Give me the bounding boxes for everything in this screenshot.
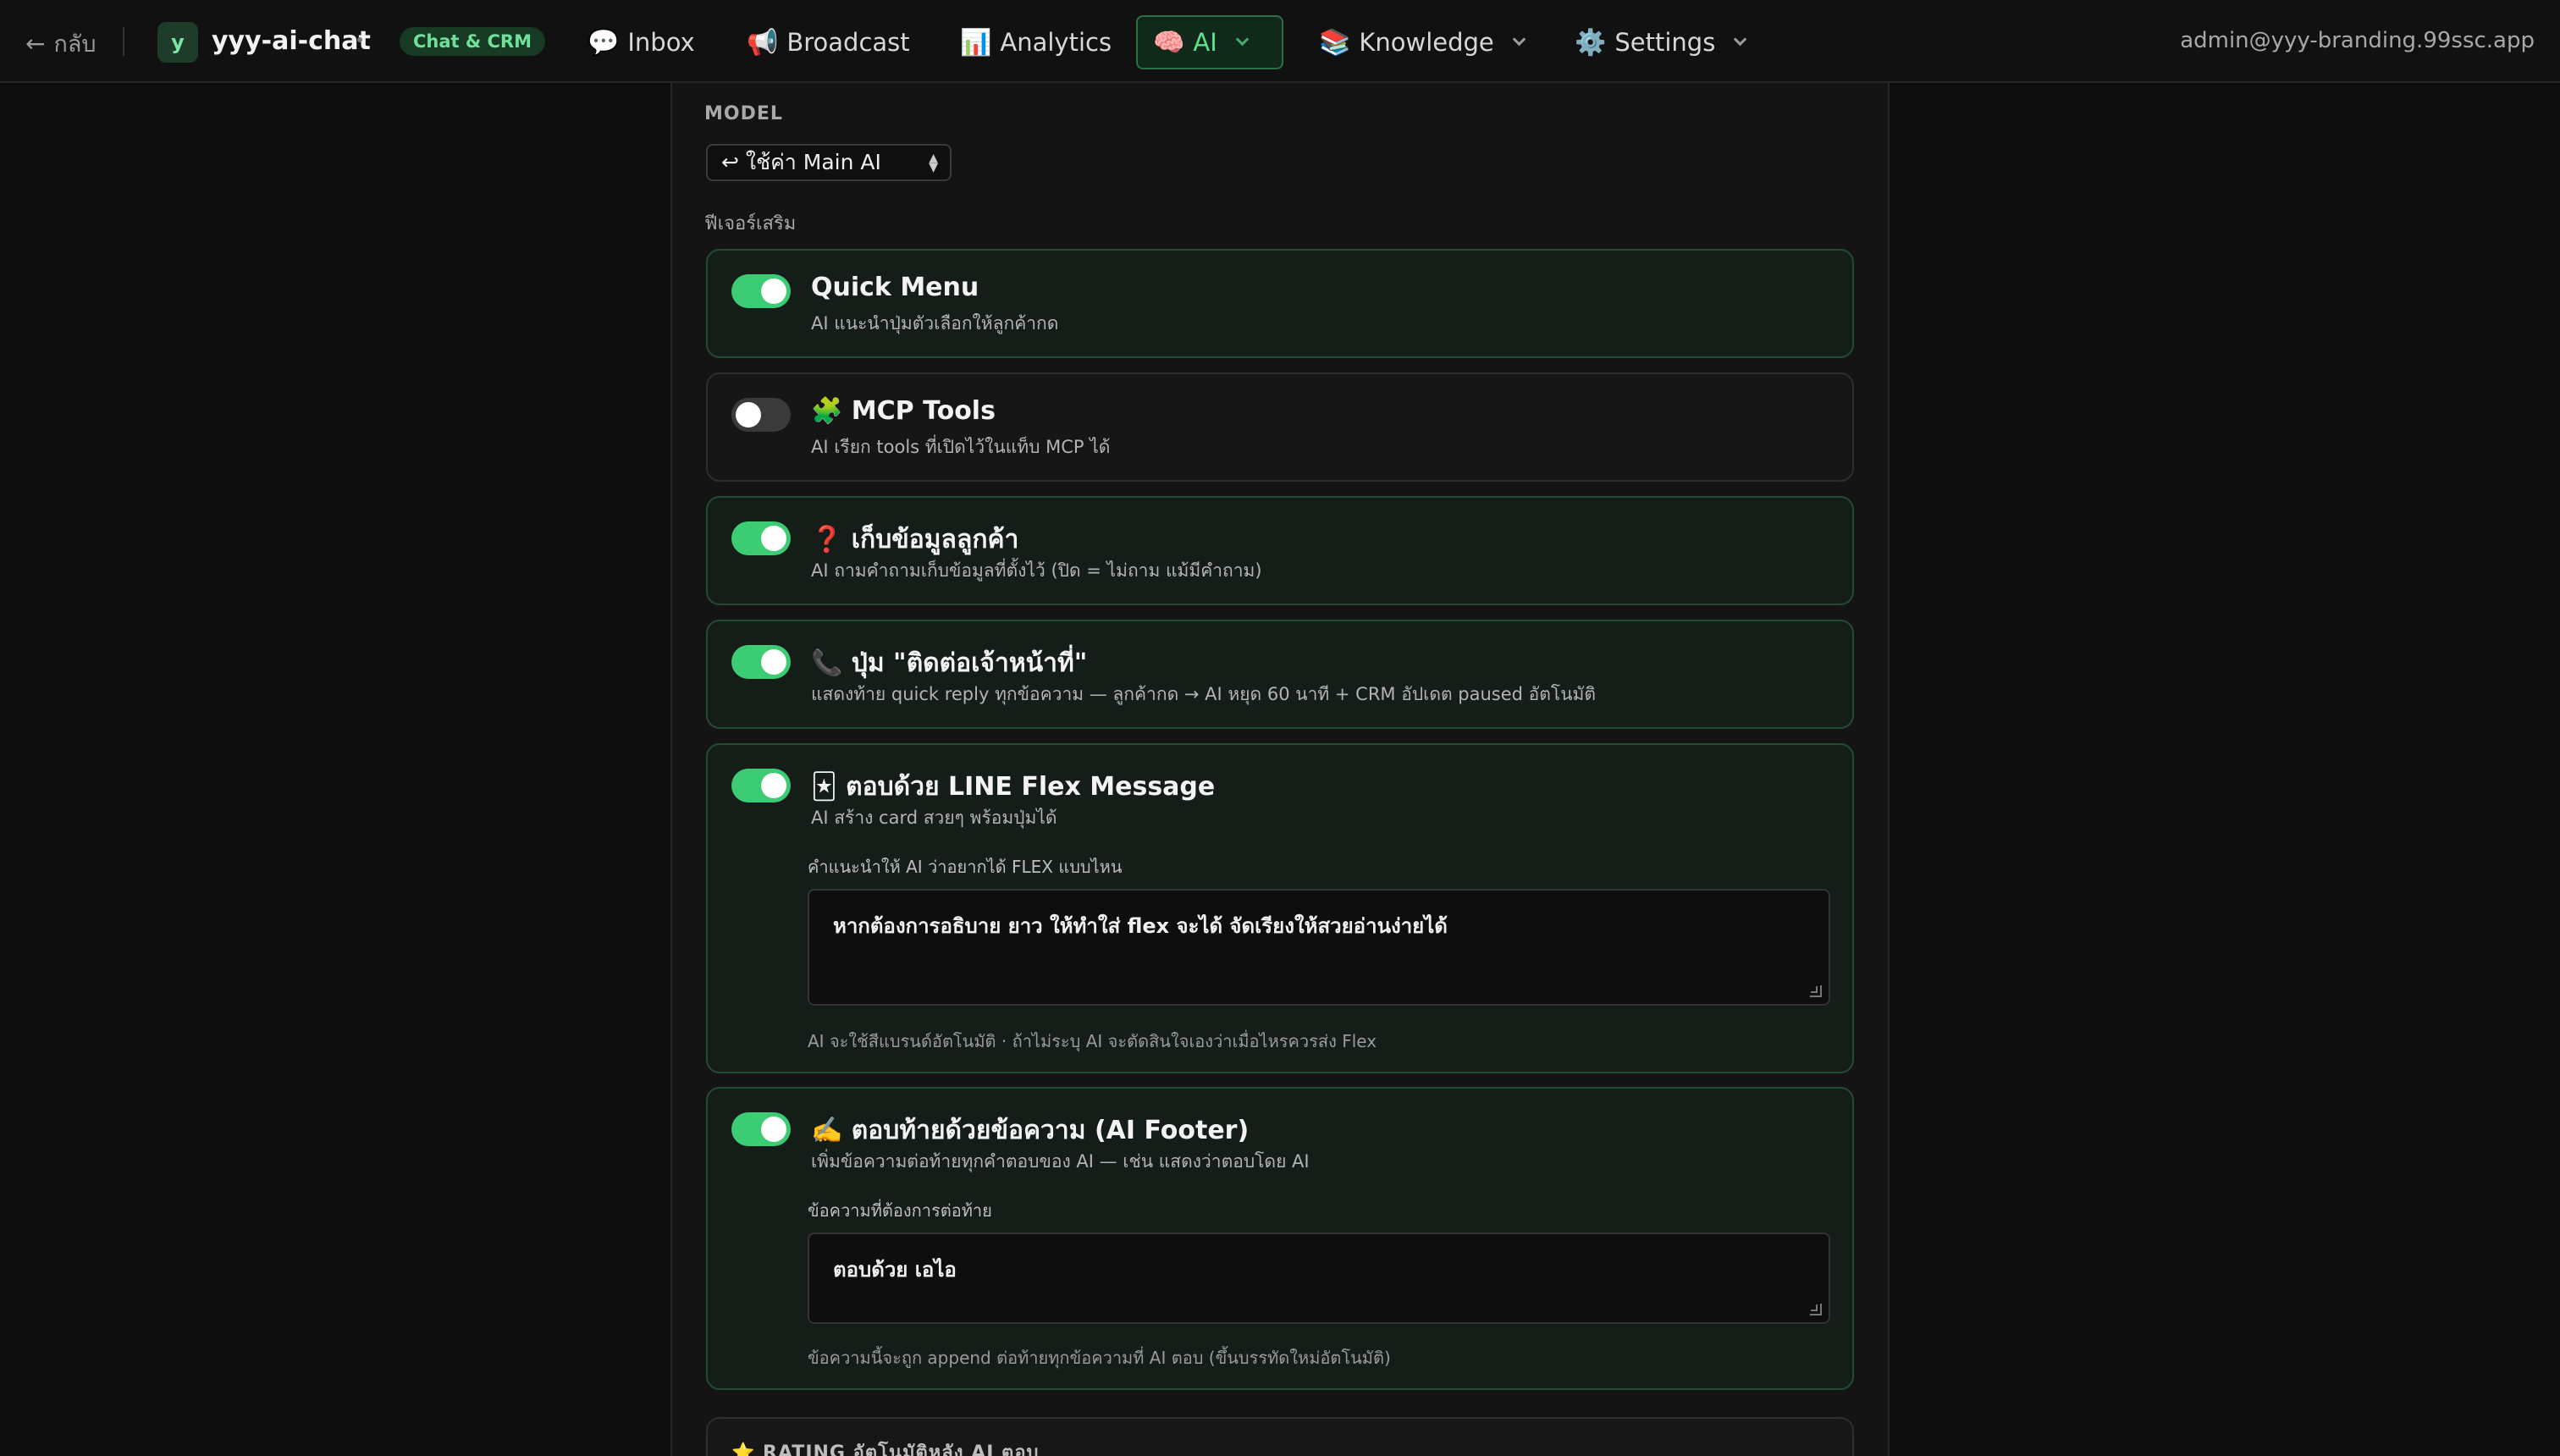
- feature-desc: AI ถามคำถามเก็บข้อมูลที่ตั้งไว้ (ปิด = ไ…: [811, 560, 1262, 581]
- footer-hint: ข้อความนี้จะถูก append ต่อท้ายทุกข้อความ…: [808, 1348, 1391, 1368]
- brain-icon: 🧠: [1153, 27, 1185, 58]
- arrow-left-icon: ←: [25, 30, 46, 58]
- back-label: กลับ: [53, 31, 97, 58]
- feature-title: 📞 ปุ่ม "ติดต่อเจ้าหน้าที่": [811, 648, 1088, 678]
- feature-card-contact-staff: 📞 ปุ่ม "ติดต่อเจ้าหน้าที่" แสดงท้าย quic…: [706, 620, 1854, 729]
- chevron-down-icon: [1235, 32, 1250, 46]
- contact-staff-toggle[interactable]: [731, 645, 791, 679]
- nav-label: Settings: [1614, 28, 1716, 57]
- feature-title: Quick Menu: [811, 273, 979, 302]
- nav-broadcast[interactable]: 📢 Broadcast: [731, 15, 925, 69]
- resize-handle-icon[interactable]: [1810, 985, 1822, 997]
- model-select-value: ↩ ใช้ค่า Main AI: [721, 150, 881, 174]
- feature-desc: AI เรียก tools ที่เปิดไว้ในแท็บ MCP ได้: [811, 437, 1111, 457]
- footer-text-label: ข้อความที่ต้องการต่อท้าย: [808, 1200, 992, 1221]
- nav-label: AI: [1193, 28, 1217, 57]
- chevron-down-icon: [1734, 32, 1747, 46]
- resize-handle-icon[interactable]: [1810, 1304, 1822, 1315]
- feature-title: 🃏 ตอบด้วย LINE Flex Message: [811, 772, 1216, 802]
- nav-ai[interactable]: 🧠 AI: [1136, 15, 1283, 69]
- books-icon: 📚: [1319, 27, 1351, 58]
- top-navigation-bar: ← กลับ y yyy-ai-chat Chat & CRM 💬 Inbox …: [0, 0, 2560, 83]
- flex-instruction-label: คำแนะนำให้ AI ว่าอยากได้ FLEX แบบไหน: [808, 857, 1123, 877]
- divider: [123, 27, 124, 56]
- model-section-label: MODEL: [704, 103, 783, 124]
- ai-footer-toggle[interactable]: [731, 1112, 791, 1146]
- feature-card-flex-message: 🃏 ตอบด้วย LINE Flex Message AI สร้าง car…: [706, 743, 1854, 1073]
- collect-data-toggle[interactable]: [731, 521, 791, 555]
- feature-title: ❓ เก็บข้อมูลลูกค้า: [811, 525, 1019, 554]
- status-dot-icon: [357, 37, 362, 42]
- nav-knowledge[interactable]: 📚 Knowledge: [1304, 15, 1539, 69]
- mcp-tools-toggle[interactable]: [731, 398, 791, 432]
- feature-desc: AI สร้าง card สวยๆ พร้อมปุ่มได้: [811, 808, 1057, 828]
- flex-instruction-textarea[interactable]: หากต้องการอธิบาย ยาว ให้ทำใส่ flex จะได้…: [808, 889, 1830, 1006]
- feature-title: 🧩 MCP Tools: [811, 396, 996, 426]
- feature-desc: แสดงท้าย quick reply ทุกข้อความ — ลูกค้า…: [811, 684, 1597, 704]
- chevron-down-icon: [1512, 32, 1526, 46]
- textarea-value: ตอบด้วย เอไอ: [833, 1258, 957, 1282]
- workspace-name[interactable]: yyy-ai-chat: [212, 26, 371, 56]
- feature-title: ✍️ ตอบท้ายด้วยข้อความ (AI Footer): [811, 1116, 1250, 1145]
- user-email[interactable]: admin@yyy-branding.99ssc.app: [2180, 28, 2535, 53]
- nav-inbox[interactable]: 💬 Inbox: [572, 15, 710, 69]
- nav-label: Knowledge: [1359, 28, 1494, 57]
- feature-card-collect-data: ❓ เก็บข้อมูลลูกค้า AI ถามคำถามเก็บข้อมูล…: [706, 496, 1854, 605]
- flex-message-toggle[interactable]: [731, 769, 791, 802]
- model-select[interactable]: ↩ ใช้ค่า Main AI ▲ ▼: [706, 144, 952, 181]
- quick-menu-toggle[interactable]: [731, 274, 791, 308]
- plan-badge: Chat & CRM: [400, 27, 545, 56]
- workspace-avatar[interactable]: y: [157, 22, 198, 63]
- nav-label: Broadcast: [786, 28, 910, 57]
- back-button[interactable]: ← กลับ: [25, 25, 97, 62]
- megaphone-icon: 📢: [747, 27, 779, 58]
- gear-icon: ⚙️: [1575, 27, 1607, 58]
- bar-chart-icon: 📊: [960, 27, 992, 58]
- nav-analytics[interactable]: 📊 Analytics: [945, 15, 1127, 69]
- flex-hint: AI จะใช้สีแบรนด์อัตโนมัติ · ถ้าไม่ระบุ A…: [808, 1031, 1377, 1051]
- feature-card-mcp-tools: 🧩 MCP Tools AI เรียก tools ที่เปิดไว้ในแ…: [706, 372, 1854, 482]
- nav-label: Inbox: [627, 28, 695, 57]
- textarea-value: หากต้องการอธิบาย ยาว ให้ทำใส่ flex จะได้…: [833, 914, 1448, 938]
- feature-card-quick-menu: Quick Menu AI แนะนำปุ่มตัวเลือกให้ลูกค้า…: [706, 249, 1854, 358]
- rating-title: ⭐ RATING อัตโนมัติหลัง AI ตอบ: [731, 1442, 1040, 1456]
- feature-desc: AI แนะนำปุ่มตัวเลือกให้ลูกค้ากด: [811, 313, 1059, 334]
- nav-label: Analytics: [1000, 28, 1112, 57]
- speech-bubble-icon: 💬: [588, 27, 620, 58]
- feature-desc: เพิ่มข้อความต่อท้ายทุกคำตอบของ AI — เช่น…: [811, 1151, 1310, 1172]
- footer-text-textarea[interactable]: ตอบด้วย เอไอ: [808, 1233, 1830, 1324]
- nav-settings[interactable]: ⚙️ Settings: [1559, 15, 1760, 69]
- features-section-label: ฟีเจอร์เสริม: [704, 213, 797, 234]
- feature-card-ai-footer: ✍️ ตอบท้ายด้วยข้อความ (AI Footer) เพิ่มข…: [706, 1087, 1854, 1390]
- feature-card-rating: ⭐ RATING อัตโนมัติหลัง AI ตอบ: [706, 1417, 1854, 1456]
- select-arrows-icon: ▲ ▼: [929, 152, 938, 174]
